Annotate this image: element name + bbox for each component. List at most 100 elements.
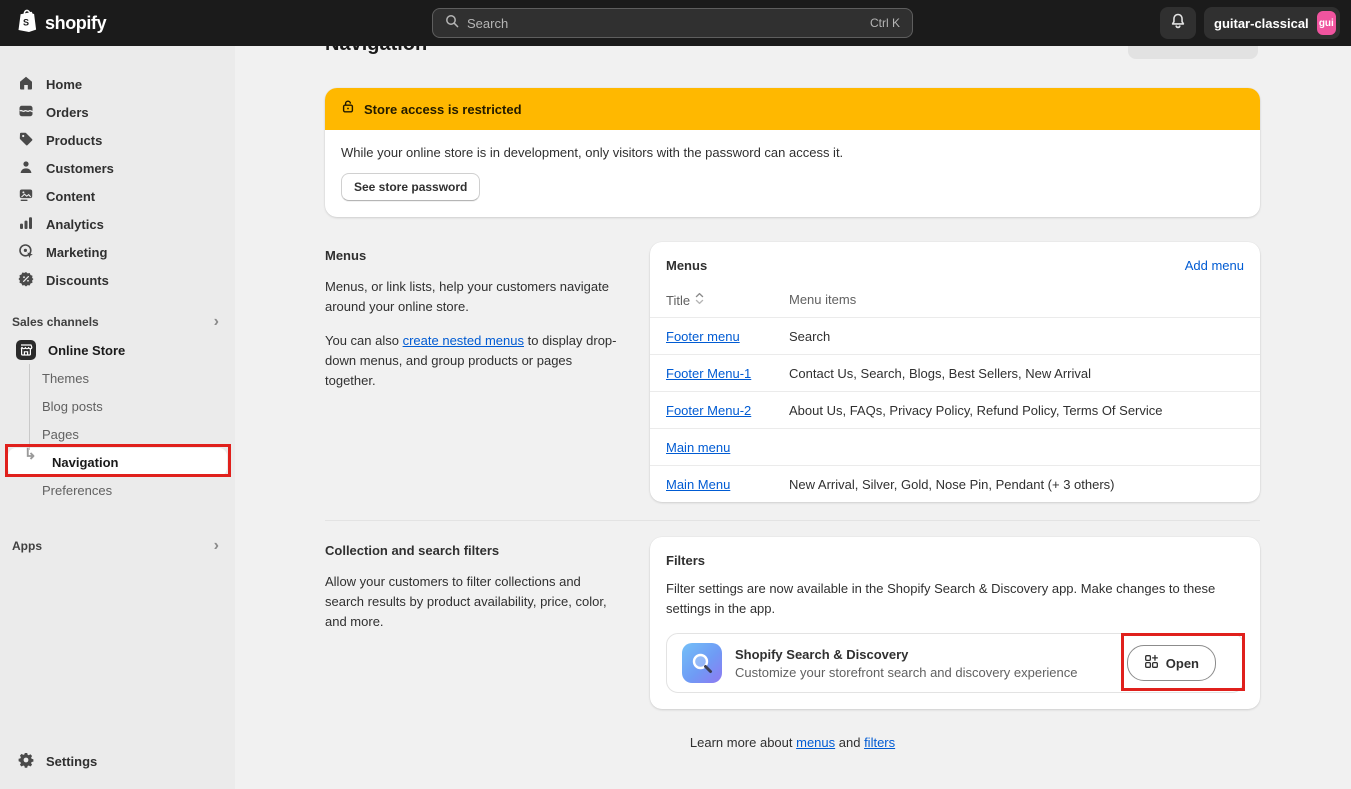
menus-card-title: Menus <box>666 258 707 273</box>
sidebar-item-customers[interactable]: Customers <box>0 154 235 182</box>
search-discovery-app-row: Shopify Search & Discovery Customize you… <box>666 633 1244 693</box>
banner-body-text: While your online store is in developmen… <box>341 145 1244 160</box>
menus-table-header: Title Menu items <box>650 285 1260 317</box>
menu-items-cell: Search <box>789 329 1244 344</box>
sidebar-item-label: Marketing <box>46 245 107 260</box>
see-store-password-button[interactable]: See store password <box>341 173 480 201</box>
content-icon <box>18 187 34 206</box>
sidebar-item-settings[interactable]: Settings <box>0 752 235 771</box>
column-menu-items: Menu items <box>789 292 856 308</box>
sidebar-item-products[interactable]: Products <box>0 126 235 154</box>
app-subtitle: Customize your storefront search and dis… <box>735 665 1078 680</box>
customers-icon <box>18 159 34 178</box>
menus-card: Menus Add menu Title Menu items Footer m… <box>650 242 1260 502</box>
search-shortcut: Ctrl K <box>870 16 900 30</box>
chevron-right-icon: › <box>214 314 223 330</box>
marketing-icon <box>18 243 34 262</box>
search-placeholder: Search <box>467 16 508 31</box>
tree-arrow-icon: ↳ <box>24 447 37 462</box>
sales-channels-label: Sales channels <box>12 315 99 329</box>
shopify-bag-icon: S <box>16 9 38 38</box>
sidebar-item-themes[interactable]: Themes <box>0 364 235 392</box>
menu-items-cell: About Us, FAQs, Privacy Policy, Refund P… <box>789 403 1244 418</box>
banner-header: Store access is restricted <box>325 88 1260 130</box>
menus-section: Menus Menus, or link lists, help your cu… <box>325 242 1260 502</box>
online-store-label: Online Store <box>48 343 125 358</box>
shopify-wordmark: shopify <box>45 13 106 34</box>
notifications-button[interactable] <box>1160 7 1196 39</box>
sidebar-item-marketing[interactable]: Marketing <box>0 238 235 266</box>
open-app-button[interactable]: Open <box>1127 645 1216 681</box>
menus-section-desc1: Menus, or link lists, help your customer… <box>325 277 620 317</box>
apps-header[interactable]: Apps › <box>0 532 235 560</box>
storefront-icon <box>16 340 36 360</box>
sidebar-item-blog-posts[interactable]: Blog posts <box>0 392 235 420</box>
table-row[interactable]: Footer Menu-2 About Us, FAQs, Privacy Po… <box>650 391 1260 428</box>
table-row[interactable]: Footer menu Search <box>650 317 1260 354</box>
sidebar-item-online-store[interactable]: Online Store <box>0 336 235 364</box>
filters-link[interactable]: filters <box>864 735 895 750</box>
sidebar-item-label: Analytics <box>46 217 104 232</box>
sidebar-item-home[interactable]: Home <box>0 70 235 98</box>
filters-card-desc: Filter settings are now available in the… <box>666 579 1226 619</box>
menu-items-cell: New Arrival, Silver, Gold, Nose Pin, Pen… <box>789 477 1244 492</box>
filters-section-desc: Allow your customers to filter collectio… <box>325 572 620 632</box>
filters-section: Collection and search filters Allow your… <box>325 537 1260 709</box>
filters-card-title: Filters <box>666 553 1244 568</box>
menus-section-heading: Menus <box>325 242 620 263</box>
menus-link[interactable]: menus <box>796 735 835 750</box>
store-name: guitar-classical <box>1214 16 1309 31</box>
sub-item-label: Blog posts <box>42 399 103 414</box>
menu-title-link[interactable]: Main Menu <box>666 477 730 492</box>
sidebar-item-content[interactable]: Content <box>0 182 235 210</box>
sidebar-item-analytics[interactable]: Analytics <box>0 210 235 238</box>
sidebar-item-label: Customers <box>46 161 114 176</box>
home-icon <box>18 75 34 94</box>
sidebar-item-label: Orders <box>46 105 89 120</box>
filters-card: Filters Filter settings are now availabl… <box>650 537 1260 709</box>
tree-connector-line <box>29 364 30 450</box>
menu-title-link[interactable]: Footer Menu-1 <box>666 366 751 381</box>
sort-icon <box>695 292 704 308</box>
sidebar-item-label: Discounts <box>46 273 109 288</box>
menu-title-link[interactable]: Footer menu <box>666 329 740 344</box>
sub-item-label: Themes <box>42 371 89 386</box>
sub-item-label: Preferences <box>42 483 112 498</box>
gear-icon <box>18 752 34 771</box>
menu-items-cell: Contact Us, Search, Blogs, Best Sellers,… <box>789 366 1244 381</box>
column-title[interactable]: Title <box>666 292 789 308</box>
sub-item-label: Navigation <box>52 455 118 470</box>
filters-section-heading: Collection and search filters <box>325 537 620 558</box>
learn-more-footer: Learn more about menus and filters <box>325 735 1260 750</box>
apps-plus-icon <box>1144 654 1159 672</box>
menus-section-desc2: You can also create nested menus to disp… <box>325 331 620 391</box>
apps-label: Apps <box>12 539 42 553</box>
table-row[interactable]: Main menu <box>650 428 1260 465</box>
sidebar-item-preferences[interactable]: Preferences <box>0 476 235 504</box>
discounts-icon <box>18 271 34 290</box>
sidebar: Home Orders Products Customers Content A… <box>0 46 235 789</box>
sidebar-item-orders[interactable]: Orders <box>0 98 235 126</box>
sidebar-item-pages[interactable]: Pages <box>0 420 235 448</box>
search-icon <box>445 14 459 33</box>
sales-channels-header[interactable]: Sales channels › <box>0 308 235 336</box>
create-nested-menus-link[interactable]: create nested menus <box>403 333 524 348</box>
shopify-logo[interactable]: S shopify <box>0 9 106 38</box>
app-name: Shopify Search & Discovery <box>735 647 1078 662</box>
table-row[interactable]: Footer Menu-1 Contact Us, Search, Blogs,… <box>650 354 1260 391</box>
table-row[interactable]: Main Menu New Arrival, Silver, Gold, Nos… <box>650 465 1260 502</box>
sidebar-nav: Home Orders Products Customers Content A… <box>0 46 235 294</box>
chevron-right-icon: › <box>214 538 223 554</box>
menu-title-link[interactable]: Footer Menu-2 <box>666 403 751 418</box>
store-menu-button[interactable]: guitar-classical gui <box>1204 7 1340 39</box>
sidebar-item-label: Content <box>46 189 95 204</box>
main-content: Navigation Store access is restricted Wh… <box>235 46 1351 789</box>
sidebar-item-discounts[interactable]: Discounts <box>0 266 235 294</box>
menu-title-link[interactable]: Main menu <box>666 440 730 455</box>
topbar: S shopify Search Ctrl K guitar-classical… <box>0 0 1351 46</box>
lock-icon <box>341 99 355 119</box>
add-menu-link[interactable]: Add menu <box>1185 258 1244 273</box>
global-search-input[interactable]: Search Ctrl K <box>432 8 913 38</box>
orders-icon <box>18 103 34 122</box>
sidebar-item-navigation[interactable]: ↳ Navigation <box>8 448 227 476</box>
